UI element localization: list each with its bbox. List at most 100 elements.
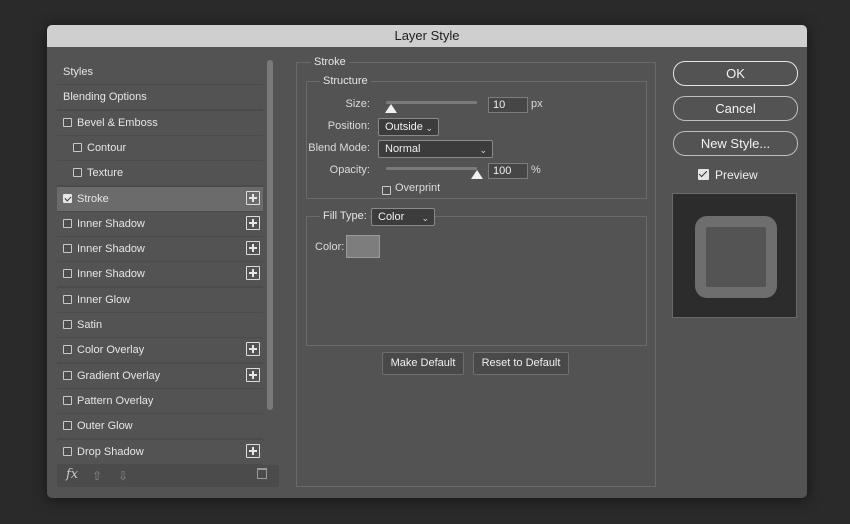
styles-list-item[interactable]: Satin: [57, 313, 263, 337]
plus-icon[interactable]: [246, 443, 260, 458]
stroke-section-title: Stroke: [311, 56, 349, 68]
styles-list-item[interactable]: Blending Options: [57, 85, 263, 110]
blend-mode-select[interactable]: Normal ⌄: [378, 140, 493, 158]
fill-type-label: Fill Type:: [320, 210, 370, 222]
window-title: Layer Style: [47, 25, 807, 47]
ok-button[interactable]: OK: [673, 61, 798, 86]
styles-list-scrollbar[interactable]: [267, 60, 273, 410]
make-default-button[interactable]: Make Default: [382, 352, 464, 375]
styles-list-item-label: Color Overlay: [77, 344, 145, 357]
styles-list-item[interactable]: Contour: [57, 135, 263, 160]
overprint-checkbox[interactable]: [382, 186, 391, 195]
styles-list-checkbox[interactable]: [63, 244, 72, 254]
structure-title: Structure: [320, 75, 371, 87]
styles-list-item[interactable]: Drop Shadow: [57, 439, 263, 464]
styles-list-item-label: Bevel & Emboss: [77, 116, 158, 129]
fill-group: Fill Type: Color ⌄ Color:: [306, 208, 647, 346]
styles-list-item-label: Satin: [77, 319, 103, 331]
styles-list-item[interactable]: Gradient Overlay: [57, 363, 263, 388]
styles-list-checkbox[interactable]: [73, 168, 82, 178]
opacity-input[interactable]: 100: [488, 163, 528, 179]
size-label: Size:: [345, 98, 370, 110]
styles-list-checkbox[interactable]: [63, 370, 72, 380]
styles-list-item-label: Inner Glow: [77, 293, 131, 306]
styles-list-item[interactable]: Stroke: [57, 186, 263, 211]
plus-icon[interactable]: [246, 367, 260, 382]
chevron-down-icon: ⌄: [425, 123, 433, 133]
styles-list-checkbox[interactable]: [63, 269, 72, 279]
styles-list-item[interactable]: Outer Glow: [57, 414, 263, 439]
styles-list-item-label: Inner Shadow: [77, 268, 145, 281]
styles-list-checkbox[interactable]: [63, 117, 72, 127]
styles-list: Styles Blending Options Bevel & Emboss Cont…: [57, 60, 263, 465]
styles-list-item-label: Inner Shadow: [77, 217, 145, 230]
styles-list-footer: fx ⇧ ⇩: [57, 465, 279, 487]
plus-icon[interactable]: [246, 241, 260, 256]
position-label: Position:: [327, 120, 370, 132]
plus-icon[interactable]: [246, 266, 260, 281]
preview-label: Preview: [715, 168, 758, 182]
styles-list-checkbox[interactable]: [63, 218, 72, 228]
styles-list-item[interactable]: Pattern Overlay: [57, 388, 263, 413]
cancel-button[interactable]: Cancel: [673, 96, 798, 121]
opacity-slider-thumb[interactable]: [471, 170, 483, 179]
chevron-down-icon: ⌄: [421, 213, 429, 223]
styles-list-checkbox[interactable]: [63, 294, 72, 304]
styles-list-item-label: Stroke: [77, 192, 109, 205]
color-label: Color:: [315, 241, 345, 253]
trash-icon[interactable]: [257, 468, 267, 479]
plus-icon[interactable]: [246, 215, 260, 230]
size-input[interactable]: 10: [488, 97, 528, 113]
fx-button[interactable]: fx: [66, 467, 78, 482]
blend-mode-value: Normal: [385, 143, 421, 155]
styles-list-item-label: Blending Options: [63, 91, 147, 104]
position-select[interactable]: Outside ⌄: [378, 118, 439, 136]
styles-list-checkbox[interactable]: [63, 193, 72, 203]
styles-list-item-label: Gradient Overlay: [77, 369, 161, 382]
size-slider-thumb[interactable]: [385, 104, 398, 113]
styles-list-item-label: Styles: [63, 66, 93, 78]
styles-list-item-label: Pattern Overlay: [77, 394, 154, 407]
styles-list-item-label: Inner Shadow: [77, 243, 145, 256]
plus-icon[interactable]: [246, 342, 260, 357]
styles-list-item[interactable]: Bevel & Emboss: [57, 110, 263, 135]
styles-list-checkbox[interactable]: [63, 320, 72, 329]
styles-list-item[interactable]: Inner Shadow: [57, 211, 263, 236]
arrow-up-icon[interactable]: ⇧: [92, 469, 102, 483]
styles-list-item[interactable]: Texture: [57, 161, 263, 186]
preview-shape: [695, 216, 777, 298]
styles-list-checkbox[interactable]: [63, 446, 72, 456]
styles-list-item-label: Contour: [87, 141, 127, 154]
styles-list-checkbox[interactable]: [63, 345, 72, 355]
styles-list-checkbox[interactable]: [63, 395, 72, 405]
chevron-down-icon: ⌄: [479, 145, 487, 155]
styles-list-item[interactable]: Inner Glow: [57, 287, 263, 312]
size-slider-track[interactable]: [386, 101, 477, 104]
stroke-panel: Stroke Structure Size: 10 px Position: O…: [296, 56, 656, 487]
styles-list-item-label: Texture: [87, 167, 124, 180]
styles-list-item-label: Outer Glow: [77, 420, 133, 433]
size-unit: px: [531, 98, 543, 110]
preview-checkbox[interactable]: [698, 169, 709, 180]
opacity-slider-track[interactable]: [386, 167, 477, 170]
styles-list-item[interactable]: Inner Shadow: [57, 237, 263, 262]
blend-mode-label: Blend Mode:: [308, 142, 370, 154]
styles-list-checkbox[interactable]: [73, 142, 82, 152]
color-swatch[interactable]: [346, 235, 380, 258]
layer-style-dialog: Layer Style Styles Blending Options Bevel …: [47, 25, 807, 498]
opacity-label: Opacity:: [329, 164, 370, 176]
preview-thumbnail: [672, 193, 797, 318]
opacity-unit: %: [531, 164, 541, 176]
overprint-label: Overprint: [395, 182, 441, 194]
fill-type-select[interactable]: Color ⌄: [371, 208, 435, 226]
styles-list-checkbox[interactable]: [63, 421, 72, 431]
reset-to-default-button[interactable]: Reset to Default: [473, 352, 569, 375]
styles-list-item[interactable]: Color Overlay: [57, 338, 263, 363]
plus-icon[interactable]: [246, 190, 260, 205]
styles-list-item[interactable]: Inner Shadow: [57, 262, 263, 287]
styles-list-item[interactable]: Styles: [57, 60, 263, 84]
position-value: Outside: [385, 121, 423, 133]
arrow-down-icon[interactable]: ⇩: [118, 469, 128, 483]
fill-type-value: Color: [378, 211, 405, 223]
new-style-button[interactable]: New Style...: [673, 131, 798, 156]
